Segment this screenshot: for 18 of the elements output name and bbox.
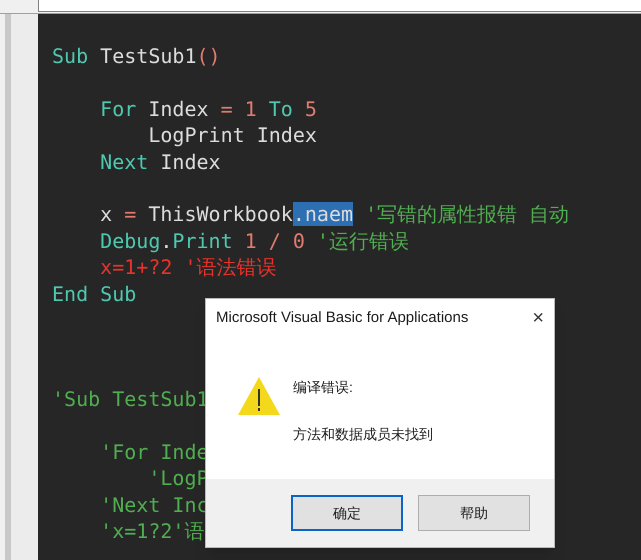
code-line: 'Sub TestSub1 <box>52 386 209 413</box>
code-line: Debug.Print 1 / 0 '运行错误 <box>99 228 409 254</box>
code-line: x=1+?2 '语法错误 <box>99 254 276 281</box>
code-line: Sub TestSub1() <box>52 43 221 70</box>
code-line: Next Index <box>99 148 221 176</box>
dialog-button[interactable]: 帮助 <box>418 495 530 531</box>
dialog-title: Microsoft Visual Basic for Applications <box>216 308 468 328</box>
dialog-button[interactable]: 确定 <box>291 495 403 531</box>
code-line: LogPrint Index <box>147 122 317 149</box>
error-message: 方法和数据成员未找到 <box>293 425 433 444</box>
error-heading: 编译错误: <box>293 378 354 397</box>
warning-icon <box>237 375 281 417</box>
procedure-dropdown[interactable] <box>38 0 641 12</box>
code-line: 'x=1?2'语 <box>99 518 204 545</box>
close-button[interactable]: × <box>532 308 544 328</box>
code-line: End Sub <box>52 280 136 308</box>
code-line: For Index = 1 To 5 <box>99 96 317 122</box>
code-line: x = ThisWorkbook.naem '写错的属性报错 自动 <box>99 201 570 228</box>
